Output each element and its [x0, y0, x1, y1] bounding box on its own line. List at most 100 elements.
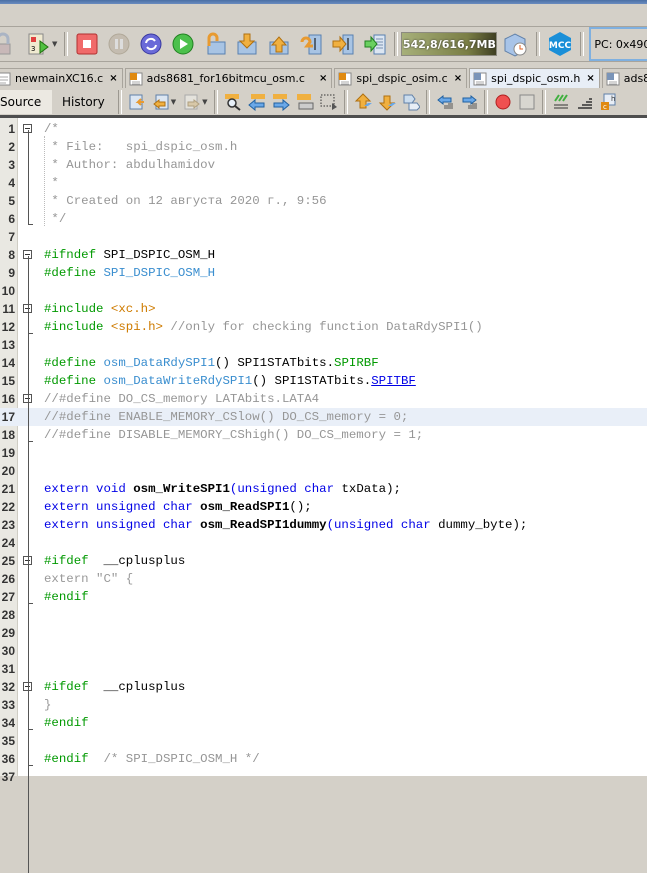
code-token: extern unsigned char	[44, 518, 201, 532]
code-line[interactable]: 1 /*	[0, 120, 647, 138]
tab-spi-dspic-osm-h[interactable]: spi_dspic_osm.h ×	[469, 68, 600, 88]
code-line[interactable]: 15 #define osm_DataWriteRdySPI1() SPI1STA…	[0, 372, 647, 390]
uncomment-icon[interactable]	[576, 93, 594, 111]
toggle-bookmark-icon[interactable]	[402, 93, 421, 111]
stop-macro-recording-icon[interactable]	[518, 93, 536, 111]
last-edit-icon[interactable]	[128, 93, 146, 111]
code-line[interactable]: 25 #ifdef __cplusplus	[0, 552, 647, 570]
finish-debug-icon[interactable]	[75, 32, 99, 56]
code-line[interactable]: 22 extern unsigned char osm_ReadSPI1();	[0, 498, 647, 516]
code-token: osm_ReadSPI1dummy	[200, 518, 327, 532]
close-icon[interactable]: ×	[454, 73, 462, 84]
code-line[interactable]: 32 #ifdef __cplusplus	[0, 678, 647, 696]
shift-left-icon[interactable]	[436, 93, 454, 111]
comment-icon[interactable]	[552, 93, 570, 111]
find-selection-icon[interactable]	[224, 93, 242, 111]
code-line[interactable]: 18 //#define DISABLE_MEMORY_CShigh() DO_C…	[0, 426, 647, 444]
code-line[interactable]: 11 #include <xc.h>	[0, 300, 647, 318]
tab-newmainxc16[interactable]: newmainXC16.c ×	[0, 68, 123, 88]
code-line[interactable]: 36 #endif /* SPI_DSPIC_OSM_H */	[0, 750, 647, 768]
back-dropdown-icon[interactable]: ▼	[171, 98, 176, 106]
code-text: #endif	[44, 588, 89, 606]
fold-end	[28, 603, 33, 604]
reset-icon[interactable]	[139, 32, 163, 56]
code-line[interactable]: 8 #ifndef SPI_DSPIC_OSM_H	[0, 246, 647, 264]
code-line[interactable]: 19	[0, 444, 647, 462]
code-editor[interactable]: 1/* 2 * File: spi_dspic_osm.h 3 * Author: …	[0, 118, 647, 873]
code-line[interactable]: 29	[0, 624, 647, 642]
code-line[interactable]: 7	[0, 228, 647, 246]
source-tab[interactable]: Source	[0, 90, 52, 114]
code-line[interactable]: 16 //#define DO_CS_memory LATAbits.LATA4	[0, 390, 647, 408]
find-previous-icon[interactable]	[248, 93, 266, 111]
step-into-icon[interactable]	[235, 32, 259, 56]
close-icon[interactable]: ×	[109, 73, 117, 84]
code-line[interactable]: 28	[0, 606, 647, 624]
next-bookmark-icon[interactable]	[378, 93, 397, 111]
code-line[interactable]: 24	[0, 534, 647, 552]
pause-icon[interactable]	[107, 32, 131, 56]
toolbar-separator	[117, 90, 122, 114]
code-line[interactable]: 2 * File: spi_dspic_osm.h	[0, 138, 647, 156]
code-token[interactable]: SPITBF	[371, 374, 416, 388]
code-token: #ifdef	[44, 554, 89, 568]
start-macro-recording-icon[interactable]	[494, 93, 512, 111]
forward-dropdown-icon[interactable]: ▼	[202, 98, 207, 106]
switch-header-source-icon[interactable]: hc	[600, 93, 618, 111]
toggle-rectangular-selection-icon[interactable]	[320, 93, 338, 111]
toggle-highlight-search-icon[interactable]	[296, 93, 314, 111]
debug-main-project-icon[interactable]	[0, 32, 18, 56]
code-line[interactable]: 9 #define SPI_DSPIC_OSM_H	[0, 264, 647, 282]
code-line[interactable]: 3 * Author: abdulhamidov	[0, 156, 647, 174]
run-to-cursor-icon[interactable]	[299, 32, 323, 56]
code-text: #ifdef __cplusplus	[44, 552, 185, 570]
code-line[interactable]: 20	[0, 462, 647, 480]
close-icon[interactable]: ×	[319, 73, 327, 84]
program-counter-display[interactable]: PC: 0x490	[589, 27, 647, 61]
code-line[interactable]: 4 *	[0, 174, 647, 192]
tab-spi-dspic-osim[interactable]: spi_dspic_osim.c ×	[334, 68, 468, 88]
code-line[interactable]: 27 #endif	[0, 588, 647, 606]
h-file-icon	[473, 72, 487, 85]
mcc-icon[interactable]: MCC	[547, 32, 573, 56]
set-pc-cursor-icon[interactable]	[331, 32, 355, 56]
code-line[interactable]: 23 extern unsigned char osm_ReadSPI1dummy…	[0, 516, 647, 534]
code-line[interactable]: 21 extern void osm_WriteSPI1(unsigned cha…	[0, 480, 647, 498]
code-line[interactable]: 31	[0, 660, 647, 678]
run-dropdown-icon[interactable]: ▼	[52, 40, 57, 48]
code-line[interactable]: 37	[0, 768, 647, 786]
find-next-icon[interactable]	[272, 93, 291, 111]
previous-bookmark-icon[interactable]	[354, 93, 373, 111]
code-line[interactable]: 10	[0, 282, 647, 300]
history-tab[interactable]: History	[52, 90, 115, 114]
continue-icon[interactable]	[171, 32, 195, 56]
gc-icon[interactable]	[501, 32, 529, 57]
code-line[interactable]: 34 #endif	[0, 714, 647, 732]
close-icon[interactable]: ×	[586, 73, 594, 84]
code-line[interactable]: 17 //#define ENABLE_MEMORY_CSlow() DO_CS_…	[0, 408, 647, 426]
code-line[interactable]: 14 #define osm_DataRdySPI1() SPI1STATbits…	[0, 354, 647, 372]
line-number: 4	[8, 176, 15, 190]
code-line[interactable]: 12 #include <spi.h> //only for checking f…	[0, 318, 647, 336]
code-text: extern unsigned char osm_ReadSPI1dummy(u…	[44, 516, 527, 534]
forward-icon[interactable]	[183, 93, 201, 111]
code-line[interactable]: 5 * Created on 12 августа 2020 г., 9:56	[0, 192, 647, 210]
step-over-icon[interactable]	[203, 32, 227, 56]
tab-ads8681-for16bitmcu-osm[interactable]: ads8681_for16bitmcu_osm.c ×	[124, 68, 333, 88]
code-line[interactable]: 35	[0, 732, 647, 750]
memory-gauge[interactable]: 542,8/616,7MB	[401, 32, 498, 56]
code-text: #endif	[44, 714, 89, 732]
focus-cursor-icon[interactable]	[363, 32, 387, 56]
code-line[interactable]: 13	[0, 336, 647, 354]
shift-right-icon[interactable]	[460, 93, 478, 111]
back-icon[interactable]	[152, 93, 170, 111]
run-project-icon[interactable]: 3	[26, 32, 50, 56]
step-out-icon[interactable]	[267, 32, 291, 56]
code-line[interactable]: 6 */	[0, 210, 647, 228]
line-number: 18	[1, 428, 15, 442]
tab-ads8681-for16bitm[interactable]: ads8681_for16bitm	[601, 68, 647, 88]
code-token: //#define DISABLE_MEMORY_CShigh() DO_CS_…	[44, 428, 424, 442]
code-line[interactable]: 26 extern "C" {	[0, 570, 647, 588]
code-line[interactable]: 30	[0, 642, 647, 660]
code-line[interactable]: 33}	[0, 696, 647, 714]
